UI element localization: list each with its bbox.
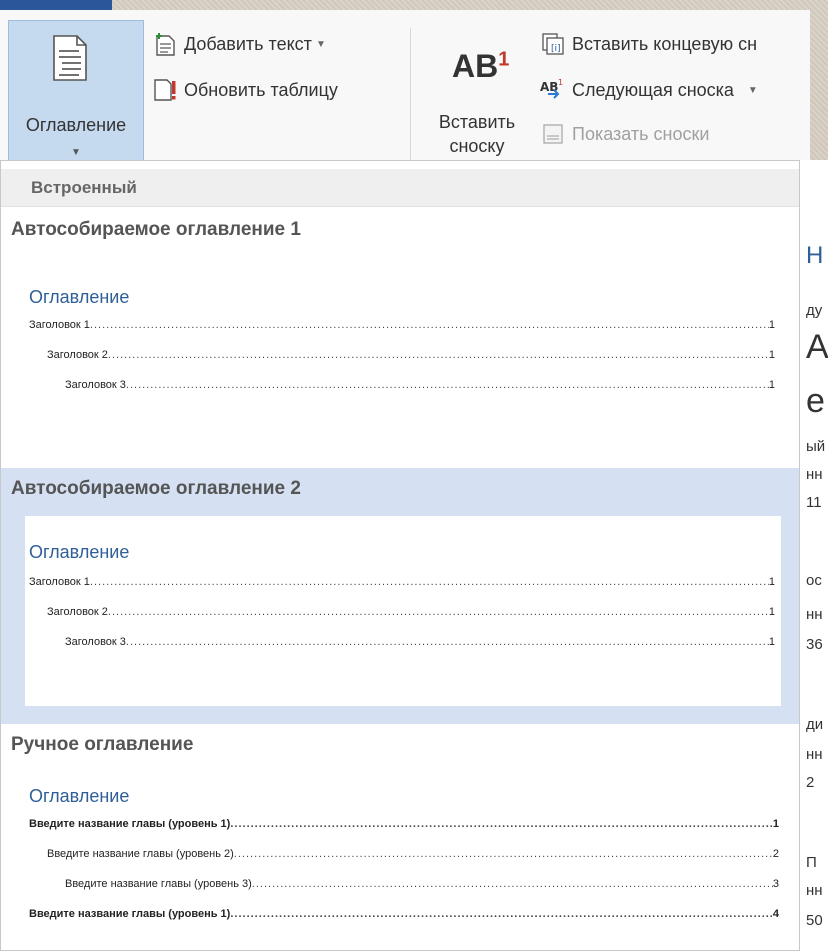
table-of-contents-button[interactable]: Оглавление ▼ (8, 20, 144, 168)
next-footnote-icon: AB 1 (540, 78, 566, 102)
gallery-item-auto-toc-1[interactable]: Автособираемое оглавление 1 Оглавление З… (1, 211, 799, 461)
toc-gallery-dropdown: Встроенный Автособираемое оглавление 1 О… (0, 160, 800, 951)
doc-fragment: ос (806, 572, 822, 589)
add-text-icon (152, 32, 178, 56)
chevron-down-icon: ▼ (315, 38, 326, 50)
gallery-item-title: Автособираемое оглавление 2 (11, 478, 301, 499)
gallery-item-manual-toc[interactable]: Ручное оглавление Оглавление Введите наз… (1, 724, 799, 950)
doc-fragment: 2 (806, 774, 815, 791)
gallery-item-auto-toc-2[interactable]: Автособираемое оглавление 2 Оглавление З… (1, 468, 799, 724)
show-notes-label: Показать сноски (572, 123, 710, 144)
toc-button-label: Оглавление (25, 115, 127, 135)
doc-fragment: П (806, 854, 817, 871)
toc-entry: Заголовок 31 (65, 632, 775, 648)
doc-fragment: нн (806, 606, 823, 623)
show-notes-icon (540, 122, 566, 146)
gallery-section-header: Встроенный (1, 169, 799, 207)
add-text-button[interactable]: Добавить текст ▼ (152, 32, 326, 56)
doc-fragment: А (806, 328, 828, 366)
document-background: Н ду А е ый нн 11 ос нн 36 ди нн 2 П нн … (800, 160, 828, 951)
doc-fragment: нн (806, 882, 823, 899)
preview-heading: Оглавление (29, 287, 130, 307)
doc-fragment: е (806, 382, 825, 420)
toc-preview: Оглавление Заголовок 11 Заголовок 21 Заг… (25, 516, 781, 706)
insert-footnote-button[interactable]: Вставить сноску (428, 110, 526, 158)
preview-heading: Оглавление (29, 786, 130, 806)
update-table-icon (152, 78, 178, 102)
gallery-item-title: Ручное оглавление (11, 734, 194, 755)
next-footnote-label: Следующая сноска (572, 79, 734, 100)
toc-entry: Введите название главы (уровень 1)1 (29, 814, 779, 830)
chevron-down-icon: ▼ (71, 147, 81, 158)
doc-fragment: ду (806, 302, 823, 319)
chevron-down-icon: ▼ (747, 84, 758, 96)
gallery-item-title: Автособираемое оглавление 1 (11, 219, 301, 240)
toc-entry: Заголовок 21 (47, 602, 775, 618)
ribbon: Оглавление ▼ Добавить текст ▼ Обновить т… (0, 10, 810, 168)
doc-fragment: 50 (806, 912, 823, 929)
insert-endnote-icon: [i] (540, 32, 566, 56)
svg-text:[i]: [i] (551, 44, 561, 54)
update-table-label: Обновить таблицу (184, 79, 338, 100)
toc-preview: Оглавление Заголовок 11 Заголовок 21 Заг… (25, 281, 781, 431)
toc-entry: Заголовок 31 (65, 375, 775, 391)
doc-fragment: ый (806, 438, 826, 455)
doc-fragment: Н (806, 242, 824, 269)
toc-entry: Введите название главы (уровень 3)3 (65, 874, 779, 890)
next-footnote-button[interactable]: AB 1 Следующая сноска ▼ (540, 78, 758, 102)
insert-footnote-icon[interactable]: AB1 (452, 48, 509, 85)
document-lines-icon (53, 35, 87, 81)
svg-text:1: 1 (558, 78, 563, 87)
doc-fragment: 11 (806, 494, 822, 511)
toc-preview: Оглавление Введите название главы (урове… (25, 784, 781, 950)
ribbon-tab-accent (0, 0, 112, 10)
insert-endnote-button[interactable]: [i] Вставить концевую сн (540, 32, 757, 56)
doc-fragment: нн (806, 746, 823, 763)
doc-fragment: 36 (806, 636, 823, 653)
toc-entry: Введите название главы (уровень 1)4 (29, 904, 779, 920)
doc-fragment: ди (806, 716, 824, 733)
add-text-label: Добавить текст (184, 33, 312, 54)
ribbon-separator (410, 28, 411, 160)
toc-entry: Заголовок 11 (29, 315, 775, 331)
toc-entry: Заголовок 21 (47, 345, 775, 361)
preview-heading: Оглавление (29, 542, 130, 562)
insert-footnote-label-line2: сноску (449, 136, 505, 156)
toc-entry: Введите название главы (уровень 2)2 (47, 844, 779, 860)
insert-footnote-label-line1: Вставить (438, 112, 516, 132)
toc-entry: Заголовок 11 (29, 572, 775, 588)
doc-fragment: нн (806, 466, 823, 483)
update-table-button[interactable]: Обновить таблицу (152, 78, 338, 102)
show-notes-button[interactable]: Показать сноски (540, 122, 709, 146)
insert-endnote-label: Вставить концевую сн (572, 33, 758, 54)
